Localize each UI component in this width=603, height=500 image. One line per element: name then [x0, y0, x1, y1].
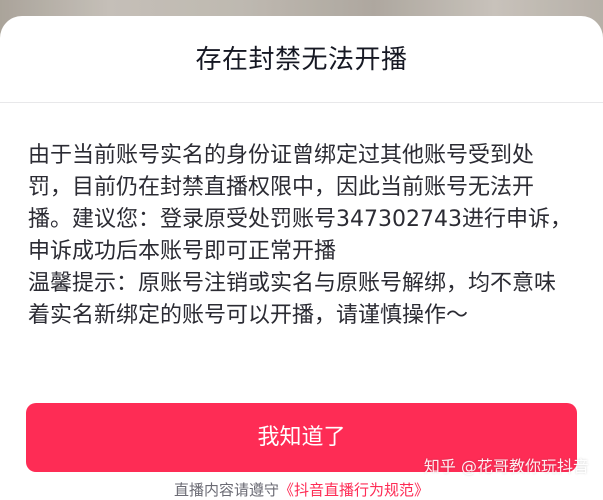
ban-dialog-sheet: 存在封禁无法开播 由于当前账号实名的身份证曾绑定过其他账号受到处 罚，目前仍在封… — [0, 16, 603, 500]
footer-notice: 直播内容请遵守《抖音直播行为规范》 — [0, 479, 603, 500]
footer-prefix: 直播内容请遵守 — [173, 481, 279, 499]
live-rules-link[interactable]: 《抖音直播行为规范》 — [279, 481, 429, 499]
message-line: 由于当前账号实名的身份证曾绑定过其他账号受到处 — [28, 143, 535, 168]
dialog-message: 由于当前账号实名的身份证曾绑定过其他账号受到处 罚，目前仍在封禁直播权限中，因此… — [28, 140, 584, 332]
message-line: 罚，目前仍在封禁直播权限中，因此当前账号无法开 — [28, 175, 535, 200]
message-line: 着实名新绑定的账号可以开播，请谨慎操作～ — [28, 303, 469, 328]
dialog-title: 存在封禁无法开播 — [195, 45, 408, 75]
screen: 存在封禁无法开播 由于当前账号实名的身份证曾绑定过其他账号受到处 罚，目前仍在封… — [0, 0, 603, 500]
watermark-text: 知乎 @花哥教你玩抖音 — [423, 457, 589, 476]
message-line: 播。建议您：登录原受处罚账号347302743进行申诉， — [28, 207, 572, 232]
title-divider — [0, 102, 603, 103]
message-line: 温馨提示：原账号注销或实名与原账号解绑，均不意味 — [28, 271, 557, 296]
message-line: 申诉成功后本账号即可正常开播 — [28, 239, 337, 264]
